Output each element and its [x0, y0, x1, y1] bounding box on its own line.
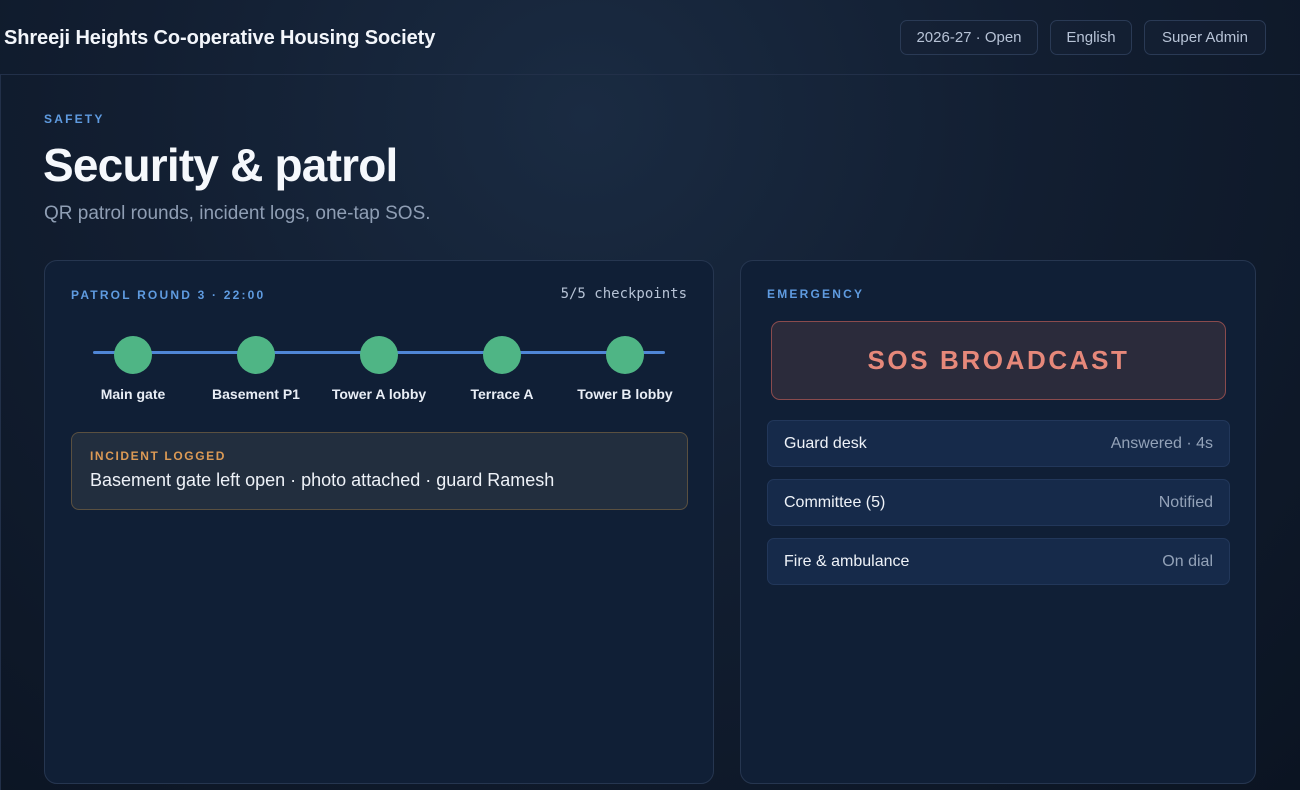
checkpoint-label: Tower B lobby — [577, 386, 673, 402]
patrol-round-label: PATROL ROUND 3 · 22:00 — [71, 288, 266, 302]
checkpoint-count: 5/5 checkpoints — [560, 286, 687, 302]
checkpoint-label: Tower A lobby — [331, 386, 427, 402]
incident-text: Basement gate left open · photo attached… — [90, 470, 555, 490]
contact-name: Committee (5) — [784, 493, 886, 511]
contact-name: Guard desk — [784, 434, 867, 452]
page-title: Security & patrol — [43, 139, 398, 191]
checkpoint-terrace-a[interactable]: Terrace A — [432, 336, 572, 402]
app-title: Shreeji Heights Co-operative Housing Soc… — [4, 27, 436, 49]
patrol-card: PATROL ROUND 3 · 22:00 5/5 checkpoints M… — [44, 260, 714, 784]
checkpoint-main-gate[interactable]: Main gate — [63, 336, 203, 402]
language-button[interactable]: English — [1050, 20, 1132, 55]
incident-card[interactable]: INCIDENT LOGGED Basement gate left open … — [71, 432, 688, 510]
checkpoint-label: Main gate — [100, 386, 166, 402]
checkpoint-label: Terrace A — [470, 386, 534, 402]
checkpoint-done-dot — [237, 336, 275, 374]
contact-status: Answered · 4s — [1110, 434, 1213, 452]
contact-row-guard-desk[interactable]: Guard desk Answered · 4s — [767, 420, 1230, 467]
emergency-label: EMERGENCY — [767, 287, 865, 301]
checkpoint-tower-a-lobby[interactable]: Tower A lobby — [309, 336, 449, 402]
checkpoint-done-dot — [483, 336, 521, 374]
checkpoint-done-dot — [606, 336, 644, 374]
checkpoint-tower-b-lobby[interactable]: Tower B lobby — [555, 336, 695, 402]
role-button[interactable]: Super Admin — [1144, 20, 1266, 55]
contact-name: Fire & ambulance — [784, 552, 910, 570]
frame-divider — [0, 75, 1, 790]
sos-broadcast-button[interactable]: SOS BROADCAST — [771, 321, 1226, 400]
financial-year-button[interactable]: 2026-27 · Open — [900, 20, 1038, 55]
checkpoint-done-dot — [360, 336, 398, 374]
checkpoint-label: Basement P1 — [212, 386, 300, 402]
contact-status: Notified — [1158, 493, 1213, 511]
contact-status: On dial — [1162, 552, 1213, 570]
page-subtitle: QR patrol rounds, incident logs, one-tap… — [44, 203, 431, 224]
emergency-card: EMERGENCY SOS BROADCAST Guard desk Answe… — [740, 260, 1256, 784]
checkpoint-done-dot — [114, 336, 152, 374]
incident-label: INCIDENT LOGGED — [90, 449, 227, 463]
contact-row-fire-ambulance[interactable]: Fire & ambulance On dial — [767, 538, 1230, 585]
top-bar: Shreeji Heights Co-operative Housing Soc… — [0, 0, 1300, 75]
contact-row-committee[interactable]: Committee (5) Notified — [767, 479, 1230, 526]
page-eyebrow: SAFETY — [44, 112, 105, 126]
checkpoint-basement-p1[interactable]: Basement P1 — [186, 336, 326, 402]
